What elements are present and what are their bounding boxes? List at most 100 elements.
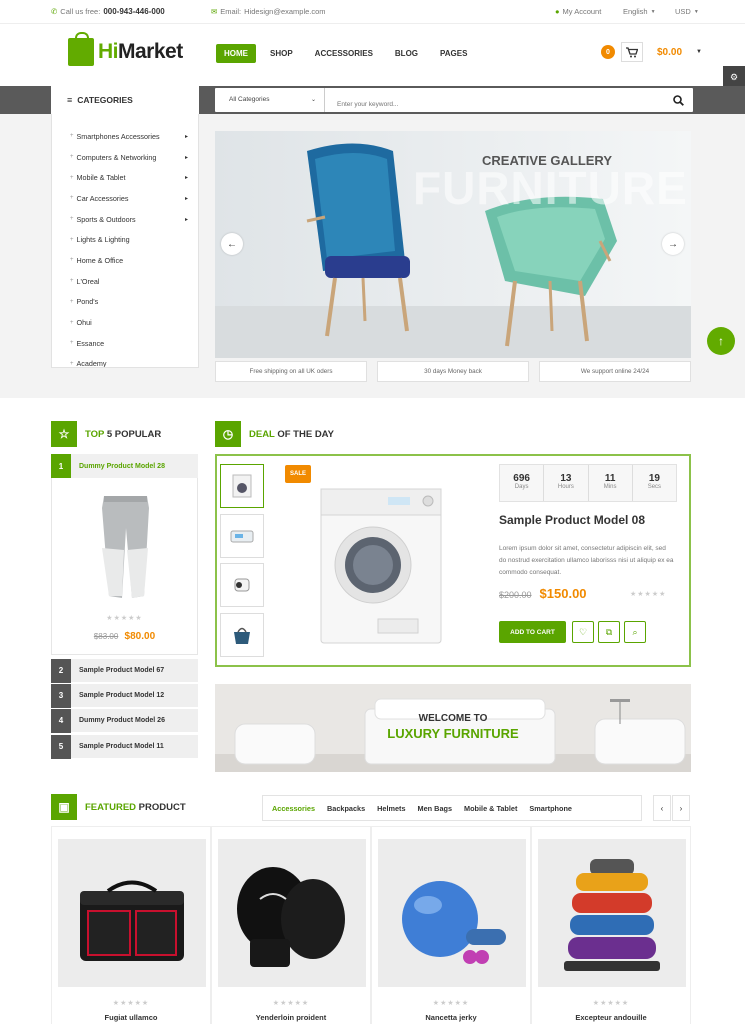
nav-pages[interactable]: PAGES	[432, 44, 475, 63]
category-item[interactable]: Sports & Outdoors▸	[52, 209, 198, 230]
category-item[interactable]: Pond's	[52, 292, 198, 313]
category-item[interactable]: Mobile & Tablet▸	[52, 167, 198, 188]
category-item[interactable]: Essance	[52, 333, 198, 354]
deal-thumbnail[interactable]	[220, 613, 264, 657]
slider-next-button[interactable]: →	[662, 233, 684, 255]
popular-product-card[interactable]: ★★★★★ $83.00 $80.00	[51, 478, 198, 655]
category-item[interactable]: Smartphones Accessories▸	[52, 126, 198, 147]
category-item[interactable]: Car Accessories▸	[52, 188, 198, 209]
featured-next-button[interactable]: ›	[672, 795, 690, 821]
product-title[interactable]: Yenderloin proident	[212, 1013, 370, 1022]
compare-icon: ⧉	[605, 626, 613, 637]
my-account-link[interactable]: ● My Account	[555, 7, 601, 16]
product-image	[218, 839, 366, 987]
popular-item[interactable]: 4 Dummy Product Model 26	[51, 708, 198, 733]
product-title[interactable]: Fugiat ullamco	[52, 1013, 210, 1022]
product-card[interactable]: ★★★★★ Excepteur andouille	[531, 826, 691, 1024]
luxury-furniture-banner[interactable]: WELCOME TO LUXURY FURNITURE	[215, 684, 691, 772]
email-info: ✉ Email: Hidesign@example.com	[211, 7, 326, 16]
price: $80.00	[124, 631, 156, 642]
popular-item[interactable]: 2 Sample Product Model 67	[51, 658, 198, 683]
back-to-top-button[interactable]: ↑	[707, 327, 735, 355]
product-image	[378, 839, 526, 987]
tab-accessories[interactable]: Accessories	[267, 804, 320, 813]
search-form: All Categories ⌄	[215, 88, 693, 112]
chevron-left-icon: ‹	[660, 803, 664, 813]
deal-thumbnail[interactable]	[220, 514, 264, 558]
chevron-left-icon: ←	[227, 238, 237, 250]
search-icon: ⌕	[632, 626, 638, 637]
old-price: $83.00	[93, 632, 119, 641]
nav-home[interactable]: HOME	[216, 44, 256, 63]
countdown-hours: 13 Hours	[544, 465, 589, 501]
deal-countdown: 696 Days 13 Hours 11 Mins 19 Secs	[499, 464, 677, 502]
product-card[interactable]: ★★★★★ Yenderloin proident	[211, 826, 371, 1024]
product-title[interactable]: Excepteur andouille	[532, 1013, 690, 1022]
rating-stars: ★★★★★	[592, 1000, 630, 1007]
category-item[interactable]: Academy	[52, 354, 198, 367]
category-item[interactable]: Lights & Lighting	[52, 229, 198, 250]
popular-item-active[interactable]: 1 Dummy Product Model 28	[51, 454, 198, 478]
tab-men-bags[interactable]: Men Bags	[413, 804, 457, 813]
search-button[interactable]	[663, 88, 693, 112]
nav-accessories[interactable]: ACCESSORIES	[307, 44, 381, 63]
slider-title: CREATIVE GALLERY	[482, 153, 613, 168]
heart-icon: ♡	[578, 626, 588, 637]
deal-thumbnail[interactable]	[220, 563, 264, 607]
popular-item[interactable]: 5 Sample Product Model 11	[51, 734, 198, 759]
slider-prev-button[interactable]: ←	[221, 233, 243, 255]
mini-cart[interactable]: 0 $0.00 ▼	[601, 42, 702, 62]
product-title[interactable]: Nancetta jerky	[372, 1013, 530, 1022]
popular-item[interactable]: 3 Sample Product Model 12	[51, 683, 198, 708]
shopping-bag-icon	[68, 32, 94, 66]
language-select[interactable]: English ▼	[623, 7, 656, 16]
wishlist-button[interactable]: ♡	[572, 621, 594, 643]
search-category-select[interactable]: All Categories ⌄	[215, 88, 325, 112]
cart-count-badge: 0	[601, 45, 615, 59]
site-logo[interactable]: HiMarket	[68, 32, 183, 66]
quick-view-button[interactable]: ⌕	[624, 621, 646, 643]
deal-thumbnail[interactable]	[220, 464, 264, 508]
service-box: We support online 24/24	[539, 361, 691, 382]
featured-prev-button[interactable]: ‹	[653, 795, 671, 821]
menu-icon: ≡	[67, 95, 73, 105]
currency-select[interactable]: USD ▼	[675, 7, 699, 16]
nav-blog[interactable]: BLOG	[387, 44, 426, 63]
tab-mobile-tablet[interactable]: Mobile & Tablet	[459, 804, 522, 813]
deal-product-title[interactable]: Sample Product Model 08	[499, 513, 645, 527]
category-item[interactable]: Home & Office	[52, 250, 198, 271]
tab-backpacks[interactable]: Backpacks	[322, 804, 370, 813]
hero-slider: FURNITURE CREATIVE GALLERY ← →	[215, 131, 691, 358]
category-item[interactable]: L'Oreal	[52, 271, 198, 292]
categories-header[interactable]: ≡ CATEGORIES	[51, 86, 199, 114]
chevron-right-icon: ▸	[184, 195, 188, 202]
add-to-cart-button[interactable]: ADD TO CART	[499, 621, 566, 643]
service-box: Free shipping on all UK oders	[215, 361, 367, 382]
price: $150.00	[539, 586, 587, 601]
user-icon: ●	[555, 7, 560, 16]
clock-icon: ◷	[215, 421, 241, 447]
chevron-down-icon: ▼	[696, 49, 702, 55]
call-label: Call us free:	[60, 7, 101, 16]
chevron-right-icon: ▸	[184, 154, 188, 161]
nav-shop[interactable]: SHOP	[262, 44, 301, 63]
cart-icon[interactable]	[621, 42, 643, 62]
tab-helmets[interactable]: Helmets	[372, 804, 410, 813]
bag-thumb-image	[234, 627, 250, 644]
popular-item-title: Sample Product Model 12	[79, 692, 165, 699]
sale-badge: SALE	[285, 465, 311, 483]
service-box: 30 days Money back	[377, 361, 529, 382]
main-nav: HOME SHOP ACCESSORIES BLOG PAGES	[216, 44, 481, 63]
tab-smartphone[interactable]: Smartphone	[524, 804, 577, 813]
category-item[interactable]: Computers & Networking▸	[52, 147, 198, 168]
product-card[interactable]: ★★★★★ Nancetta jerky	[371, 826, 531, 1024]
phone-number: 000-943-446-000	[103, 7, 165, 16]
email-address[interactable]: Hidesign@example.com	[244, 7, 325, 16]
compare-button[interactable]: ⧉	[598, 621, 620, 643]
search-input[interactable]	[325, 88, 663, 112]
category-item[interactable]: Ohui	[52, 312, 198, 333]
search-category-value: All Categories	[229, 96, 270, 103]
settings-toggle-button[interactable]: ⚙	[723, 66, 745, 88]
product-card[interactable]: ★★★★★ Fugiat ullamco	[51, 826, 211, 1024]
top-bar: ✆ Call us free: 000-943-446-000 ✉ Email:…	[0, 0, 745, 24]
